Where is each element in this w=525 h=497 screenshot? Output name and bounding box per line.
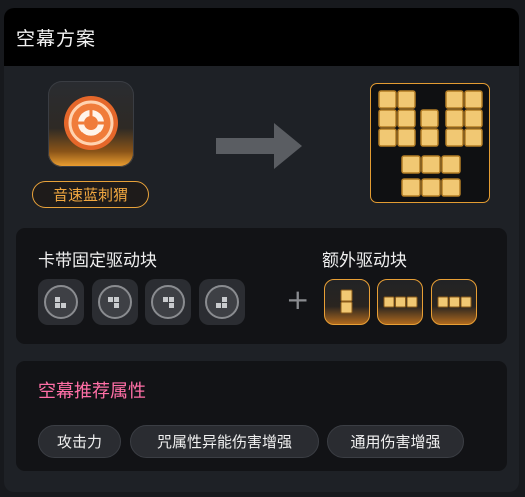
attributes-title: 空幕推荐属性 <box>38 381 146 402</box>
character-portrait[interactable] <box>48 81 134 167</box>
block-horizontal-icon <box>437 296 472 308</box>
panel-title: 空幕方案 <box>16 27 97 50</box>
orange-disc-icon <box>64 96 118 150</box>
panel-header: 空幕方案 <box>4 8 519 66</box>
attribute-chip-curse-dmg[interactable]: 咒属性异能伤害增强 <box>130 425 319 458</box>
grid-tiles <box>378 90 483 197</box>
block-s-icon <box>216 297 227 308</box>
recommended-attributes-card: 空幕推荐属性 攻击力 咒属性异能伤害增强 通用伤害增强 <box>16 361 507 471</box>
block-horizontal-icon <box>383 296 418 308</box>
loadout-panel: 空幕方案 音速蓝刺猬 卡带固定驱动块 额外驱动块 + 空幕推荐属性 攻击力 咒属… <box>4 8 519 492</box>
attribute-chip-general-dmg[interactable]: 通用伤害增强 <box>327 425 464 458</box>
block-l-icon <box>55 297 66 308</box>
block-vertical-icon <box>340 289 353 314</box>
extra-driver-slot[interactable] <box>324 279 370 325</box>
extra-driver-slot[interactable] <box>377 279 423 325</box>
fixed-driver-slot[interactable] <box>199 279 245 325</box>
fixed-driver-slot[interactable] <box>38 279 84 325</box>
fixed-drivers-title: 卡带固定驱动块 <box>38 251 157 271</box>
attribute-chip-atk[interactable]: 攻击力 <box>38 425 121 458</box>
fixed-driver-slot[interactable] <box>145 279 191 325</box>
extra-drivers-title: 额外驱动块 <box>322 251 407 271</box>
block-t-icon <box>108 297 119 308</box>
plus-icon: + <box>286 283 310 316</box>
extra-driver-slot[interactable] <box>431 279 477 325</box>
block-j-icon <box>163 297 174 308</box>
drivers-card: 卡带固定驱动块 额外驱动块 + <box>16 228 507 344</box>
arrow-right-icon <box>216 123 302 169</box>
grid-layout-preview[interactable] <box>370 83 490 203</box>
fixed-driver-slot[interactable] <box>92 279 138 325</box>
character-name-badge[interactable]: 音速蓝刺猬 <box>32 181 149 208</box>
